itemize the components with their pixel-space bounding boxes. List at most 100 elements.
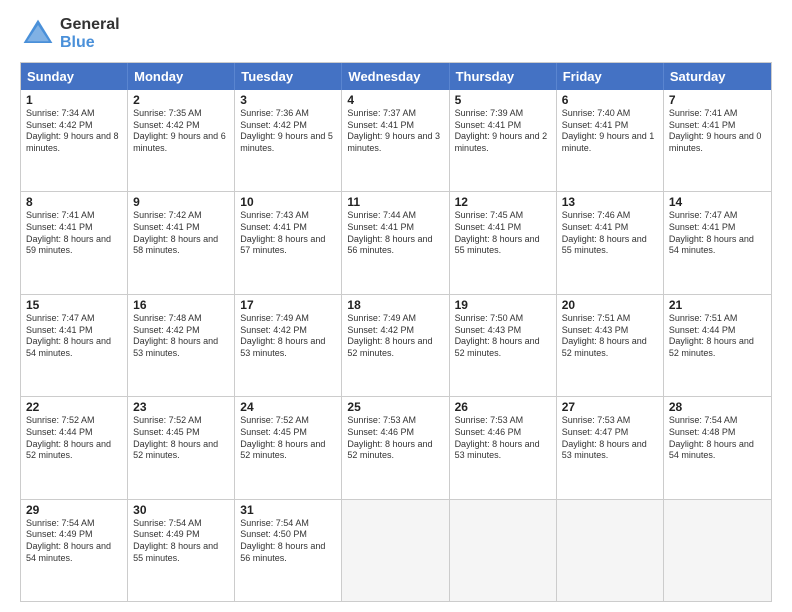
day-number: 5 bbox=[455, 93, 551, 107]
calendar-row-4: 22Sunrise: 7:52 AMSunset: 4:44 PMDayligh… bbox=[21, 396, 771, 498]
day-number: 27 bbox=[562, 400, 658, 414]
calendar-cell: 23Sunrise: 7:52 AMSunset: 4:45 PMDayligh… bbox=[128, 397, 235, 498]
day-number: 2 bbox=[133, 93, 229, 107]
calendar-cell bbox=[557, 500, 664, 601]
header-day-thursday: Thursday bbox=[450, 63, 557, 90]
calendar-cell: 13Sunrise: 7:46 AMSunset: 4:41 PMDayligh… bbox=[557, 192, 664, 293]
sunrise-text: Sunrise: 7:54 AM bbox=[133, 518, 229, 530]
sunrise-text: Sunrise: 7:54 AM bbox=[669, 415, 766, 427]
sunrise-text: Sunrise: 7:39 AM bbox=[455, 108, 551, 120]
daylight-text: Daylight: 8 hours and 52 minutes. bbox=[669, 336, 766, 359]
day-number: 31 bbox=[240, 503, 336, 517]
sunset-text: Sunset: 4:41 PM bbox=[240, 222, 336, 234]
calendar-cell bbox=[342, 500, 449, 601]
header-day-monday: Monday bbox=[128, 63, 235, 90]
sunset-text: Sunset: 4:41 PM bbox=[455, 222, 551, 234]
logo-icon bbox=[20, 16, 56, 52]
daylight-text: Daylight: 8 hours and 54 minutes. bbox=[669, 234, 766, 257]
calendar-cell: 26Sunrise: 7:53 AMSunset: 4:46 PMDayligh… bbox=[450, 397, 557, 498]
sunrise-text: Sunrise: 7:40 AM bbox=[562, 108, 658, 120]
calendar-cell bbox=[664, 500, 771, 601]
daylight-text: Daylight: 8 hours and 59 minutes. bbox=[26, 234, 122, 257]
daylight-text: Daylight: 8 hours and 52 minutes. bbox=[347, 439, 443, 462]
daylight-text: Daylight: 8 hours and 54 minutes. bbox=[669, 439, 766, 462]
calendar-row-3: 15Sunrise: 7:47 AMSunset: 4:41 PMDayligh… bbox=[21, 294, 771, 396]
daylight-text: Daylight: 8 hours and 57 minutes. bbox=[240, 234, 336, 257]
calendar-body: 1Sunrise: 7:34 AMSunset: 4:42 PMDaylight… bbox=[21, 90, 771, 601]
sunrise-text: Sunrise: 7:46 AM bbox=[562, 210, 658, 222]
sunset-text: Sunset: 4:43 PM bbox=[455, 325, 551, 337]
calendar-cell: 20Sunrise: 7:51 AMSunset: 4:43 PMDayligh… bbox=[557, 295, 664, 396]
logo-line1: General bbox=[60, 16, 120, 34]
sunset-text: Sunset: 4:42 PM bbox=[240, 325, 336, 337]
header: General Blue bbox=[20, 16, 772, 52]
day-number: 20 bbox=[562, 298, 658, 312]
calendar-cell: 2Sunrise: 7:35 AMSunset: 4:42 PMDaylight… bbox=[128, 90, 235, 191]
daylight-text: Daylight: 8 hours and 53 minutes. bbox=[240, 336, 336, 359]
sunset-text: Sunset: 4:42 PM bbox=[133, 325, 229, 337]
calendar-cell: 8Sunrise: 7:41 AMSunset: 4:41 PMDaylight… bbox=[21, 192, 128, 293]
sunset-text: Sunset: 4:43 PM bbox=[562, 325, 658, 337]
day-number: 28 bbox=[669, 400, 766, 414]
calendar-cell: 7Sunrise: 7:41 AMSunset: 4:41 PMDaylight… bbox=[664, 90, 771, 191]
sunset-text: Sunset: 4:41 PM bbox=[26, 325, 122, 337]
daylight-text: Daylight: 8 hours and 55 minutes. bbox=[455, 234, 551, 257]
calendar-cell: 5Sunrise: 7:39 AMSunset: 4:41 PMDaylight… bbox=[450, 90, 557, 191]
sunset-text: Sunset: 4:42 PM bbox=[240, 120, 336, 132]
sunset-text: Sunset: 4:41 PM bbox=[347, 120, 443, 132]
sunrise-text: Sunrise: 7:41 AM bbox=[26, 210, 122, 222]
calendar-cell: 16Sunrise: 7:48 AMSunset: 4:42 PMDayligh… bbox=[128, 295, 235, 396]
sunrise-text: Sunrise: 7:44 AM bbox=[347, 210, 443, 222]
calendar-row-5: 29Sunrise: 7:54 AMSunset: 4:49 PMDayligh… bbox=[21, 499, 771, 601]
sunset-text: Sunset: 4:41 PM bbox=[669, 222, 766, 234]
sunrise-text: Sunrise: 7:48 AM bbox=[133, 313, 229, 325]
day-number: 10 bbox=[240, 195, 336, 209]
sunset-text: Sunset: 4:44 PM bbox=[26, 427, 122, 439]
sunrise-text: Sunrise: 7:54 AM bbox=[26, 518, 122, 530]
calendar-cell: 22Sunrise: 7:52 AMSunset: 4:44 PMDayligh… bbox=[21, 397, 128, 498]
sunrise-text: Sunrise: 7:35 AM bbox=[133, 108, 229, 120]
sunset-text: Sunset: 4:41 PM bbox=[455, 120, 551, 132]
page: General Blue SundayMondayTuesdayWednesda… bbox=[0, 0, 792, 612]
calendar-cell: 21Sunrise: 7:51 AMSunset: 4:44 PMDayligh… bbox=[664, 295, 771, 396]
day-number: 18 bbox=[347, 298, 443, 312]
calendar-cell: 9Sunrise: 7:42 AMSunset: 4:41 PMDaylight… bbox=[128, 192, 235, 293]
daylight-text: Daylight: 8 hours and 52 minutes. bbox=[347, 336, 443, 359]
calendar-cell: 18Sunrise: 7:49 AMSunset: 4:42 PMDayligh… bbox=[342, 295, 449, 396]
header-day-friday: Friday bbox=[557, 63, 664, 90]
daylight-text: Daylight: 9 hours and 6 minutes. bbox=[133, 131, 229, 154]
daylight-text: Daylight: 9 hours and 8 minutes. bbox=[26, 131, 122, 154]
sunrise-text: Sunrise: 7:52 AM bbox=[240, 415, 336, 427]
header-day-sunday: Sunday bbox=[21, 63, 128, 90]
day-number: 13 bbox=[562, 195, 658, 209]
sunrise-text: Sunrise: 7:41 AM bbox=[669, 108, 766, 120]
sunrise-text: Sunrise: 7:47 AM bbox=[669, 210, 766, 222]
daylight-text: Daylight: 9 hours and 0 minutes. bbox=[669, 131, 766, 154]
sunrise-text: Sunrise: 7:45 AM bbox=[455, 210, 551, 222]
calendar-row-2: 8Sunrise: 7:41 AMSunset: 4:41 PMDaylight… bbox=[21, 191, 771, 293]
day-number: 15 bbox=[26, 298, 122, 312]
day-number: 3 bbox=[240, 93, 336, 107]
calendar-row-1: 1Sunrise: 7:34 AMSunset: 4:42 PMDaylight… bbox=[21, 90, 771, 191]
sunset-text: Sunset: 4:42 PM bbox=[133, 120, 229, 132]
sunrise-text: Sunrise: 7:47 AM bbox=[26, 313, 122, 325]
calendar-cell: 28Sunrise: 7:54 AMSunset: 4:48 PMDayligh… bbox=[664, 397, 771, 498]
day-number: 1 bbox=[26, 93, 122, 107]
calendar-cell: 29Sunrise: 7:54 AMSunset: 4:49 PMDayligh… bbox=[21, 500, 128, 601]
day-number: 7 bbox=[669, 93, 766, 107]
daylight-text: Daylight: 8 hours and 53 minutes. bbox=[562, 439, 658, 462]
sunset-text: Sunset: 4:42 PM bbox=[347, 325, 443, 337]
logo-line2: Blue bbox=[60, 34, 120, 52]
sunset-text: Sunset: 4:47 PM bbox=[562, 427, 658, 439]
calendar-cell: 3Sunrise: 7:36 AMSunset: 4:42 PMDaylight… bbox=[235, 90, 342, 191]
daylight-text: Daylight: 8 hours and 54 minutes. bbox=[26, 336, 122, 359]
logo-text: General Blue bbox=[60, 16, 120, 52]
sunrise-text: Sunrise: 7:52 AM bbox=[133, 415, 229, 427]
calendar-cell: 6Sunrise: 7:40 AMSunset: 4:41 PMDaylight… bbox=[557, 90, 664, 191]
sunset-text: Sunset: 4:49 PM bbox=[26, 529, 122, 541]
calendar-cell: 19Sunrise: 7:50 AMSunset: 4:43 PMDayligh… bbox=[450, 295, 557, 396]
sunrise-text: Sunrise: 7:51 AM bbox=[562, 313, 658, 325]
daylight-text: Daylight: 8 hours and 52 minutes. bbox=[133, 439, 229, 462]
day-number: 30 bbox=[133, 503, 229, 517]
daylight-text: Daylight: 8 hours and 58 minutes. bbox=[133, 234, 229, 257]
